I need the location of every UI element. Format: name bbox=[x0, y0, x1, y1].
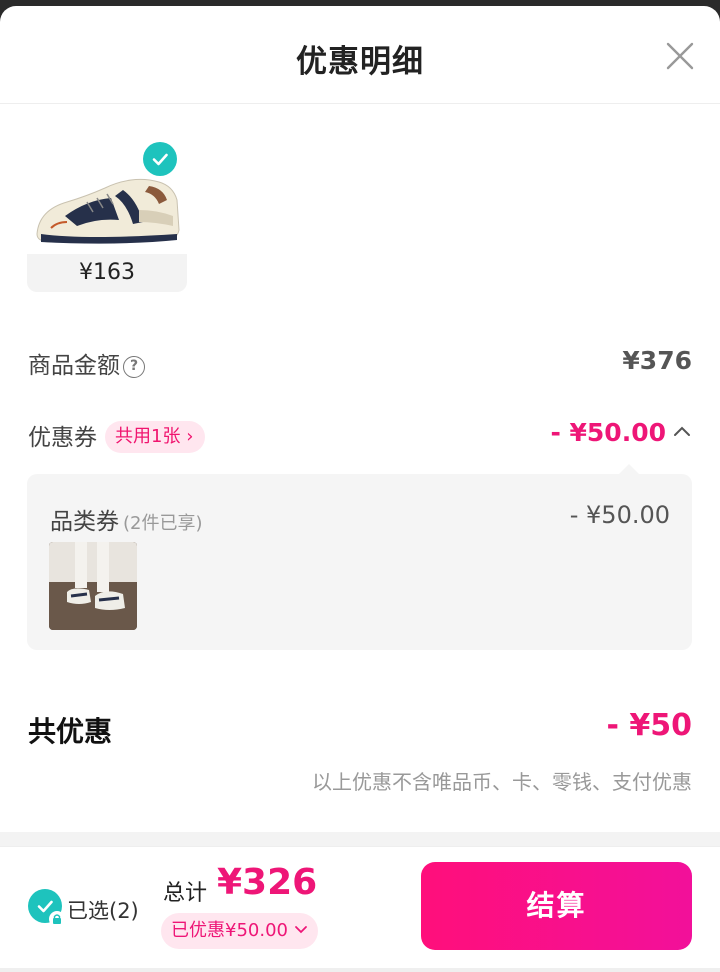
selected-check-badge[interactable] bbox=[143, 142, 177, 176]
selected-count: 已选(2) bbox=[67, 899, 139, 923]
discount-disclaimer: 以上优惠不含唯品币、卡、零钱、支付优惠 bbox=[312, 770, 692, 794]
chevron-up-icon bbox=[674, 426, 690, 436]
goods-amount-label: 商品金额 bbox=[28, 353, 120, 379]
close-button[interactable] bbox=[664, 40, 696, 72]
chevron-right-icon: › bbox=[186, 426, 194, 447]
sum-value: ¥326 bbox=[217, 862, 318, 903]
bottom-strip bbox=[0, 968, 720, 972]
coupon-product-thumbnail bbox=[49, 542, 137, 630]
lock-icon bbox=[49, 911, 65, 927]
coupon-value: - ¥50.00 bbox=[550, 418, 666, 447]
coupon-detail-panel: 品类券 (2件已享) - ¥50.00 bbox=[27, 464, 692, 650]
product-card[interactable]: ¥163 bbox=[27, 130, 187, 292]
product-image bbox=[27, 130, 187, 254]
saved-amount-toggle[interactable]: 已优惠¥50.00 bbox=[161, 913, 318, 949]
coupon-type-label: 品类券 bbox=[50, 509, 119, 535]
total-discount-label: 共优惠 bbox=[28, 715, 113, 748]
coupon-label: 优惠券 bbox=[28, 425, 97, 451]
help-icon[interactable]: ? bbox=[123, 356, 145, 378]
coupon-type: 品类券 (2件已享) bbox=[50, 502, 203, 536]
sheet-header: 优惠明细 bbox=[0, 6, 720, 104]
divider bbox=[0, 832, 720, 846]
product-photo-icon bbox=[49, 542, 137, 630]
check-icon bbox=[152, 153, 168, 166]
saved-amount-text: 已优惠¥50.00 bbox=[171, 920, 288, 941]
panel-pointer bbox=[618, 464, 640, 475]
collapse-toggle[interactable] bbox=[672, 422, 692, 446]
chevron-down-icon bbox=[294, 926, 307, 934]
coupon-count-text: 共用1张 bbox=[115, 426, 181, 447]
total-discount-value: - ¥50 bbox=[606, 708, 692, 743]
page-title: 优惠明细 bbox=[296, 44, 424, 80]
coupon-type-sub: (2件已享) bbox=[123, 513, 203, 534]
checkout-button[interactable]: 结算 bbox=[421, 862, 692, 950]
coupon-count-tag[interactable]: 共用1张 › bbox=[105, 421, 206, 453]
close-icon bbox=[666, 42, 694, 70]
coupon-detail-amount: - ¥50.00 bbox=[569, 501, 670, 529]
discount-detail-sheet: 优惠明细 ¥163 商品金额 ? ¥376 优惠券 共用1张 › - ¥50.0… bbox=[0, 6, 720, 972]
sum-label: 总计 bbox=[163, 881, 208, 906]
coupon-row: 优惠券 共用1张 › - ¥50.00 bbox=[28, 418, 692, 458]
goods-amount-value: ¥376 bbox=[622, 346, 692, 375]
goods-amount-row: 商品金额? ¥376 bbox=[28, 346, 692, 382]
checkout-bar: 已选(2) 总计 ¥326 已优惠¥50.00 结算 bbox=[0, 846, 720, 972]
product-price: ¥163 bbox=[27, 254, 187, 292]
